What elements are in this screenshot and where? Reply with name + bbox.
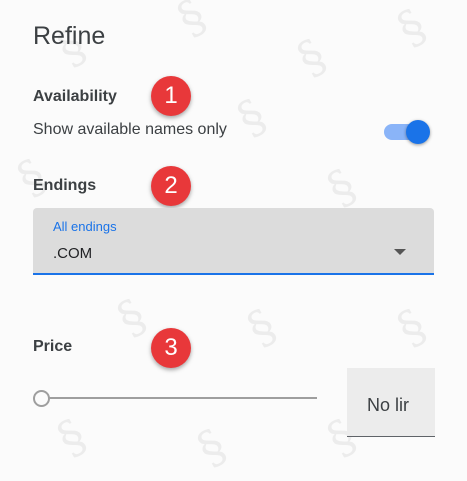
price-label: Price — [33, 338, 73, 355]
endings-select-value: .COM — [53, 245, 93, 262]
toggle-thumb[interactable] — [406, 120, 430, 144]
watermark-glyph: § — [168, 0, 215, 47]
price-limit-field[interactable]: No lir — [347, 368, 435, 437]
price-slider-track[interactable] — [41, 397, 317, 399]
panel-title: Refine — [33, 22, 106, 50]
endings-label: Endings — [33, 177, 97, 194]
price-slider-thumb[interactable] — [33, 390, 50, 407]
price-slider[interactable] — [33, 388, 318, 408]
watermark-glyph: § — [48, 407, 95, 467]
watermark-glyph: § — [288, 27, 335, 87]
price-limit-text: No lir — [367, 395, 410, 415]
availability-label: Availability — [33, 88, 117, 105]
watermark-glyph: § — [388, 297, 435, 357]
available-only-text: Show available names only — [33, 121, 227, 138]
step-badge-3: 3 — [151, 328, 191, 368]
step-badge-1: 1 — [151, 76, 191, 116]
step-badge-2: 2 — [151, 166, 191, 206]
endings-select-label: All endings — [53, 219, 117, 234]
endings-select[interactable]: All endings .COM — [33, 208, 434, 275]
available-only-toggle[interactable] — [384, 120, 432, 144]
watermark-glyph: § — [388, 0, 435, 57]
watermark-glyph: § — [108, 287, 155, 347]
watermark-glyph: § — [228, 87, 275, 147]
watermark-glyph: § — [238, 297, 285, 357]
triangle-down-icon[interactable] — [394, 249, 406, 255]
watermark-glyph: § — [188, 417, 235, 477]
